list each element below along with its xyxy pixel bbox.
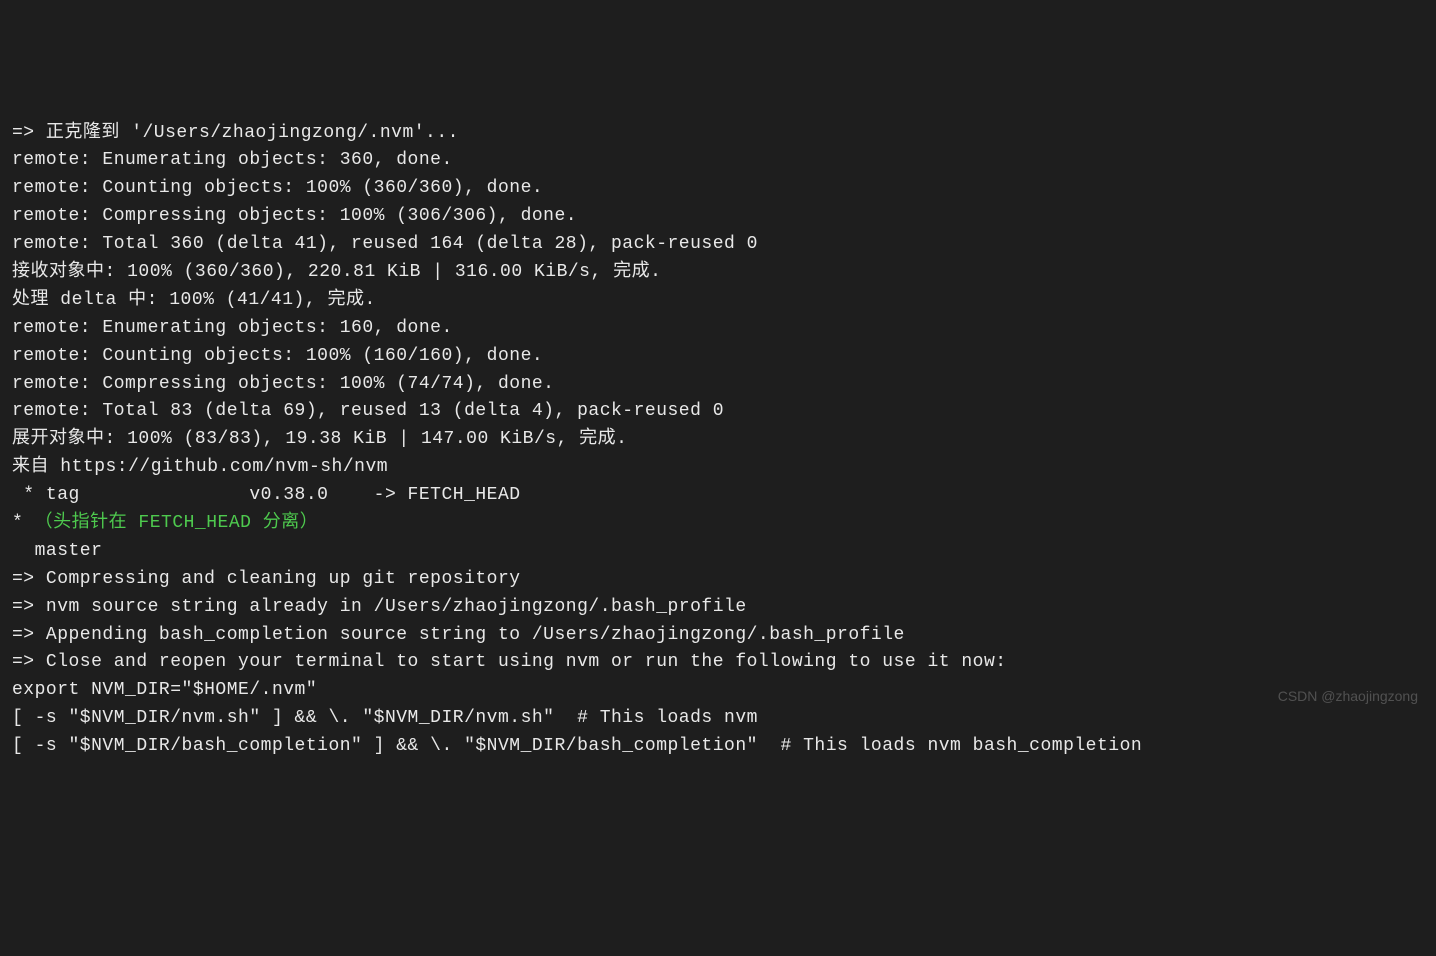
- terminal-line: remote: Total 360 (delta 41), reused 164…: [12, 231, 1424, 259]
- terminal-line: remote: Counting objects: 100% (160/160)…: [12, 343, 1424, 371]
- terminal-line: => Appending bash_completion source stri…: [12, 622, 1424, 650]
- terminal-line: => Compressing and cleaning up git repos…: [12, 566, 1424, 594]
- detached-head-line: * （头指针在 FETCH_HEAD 分离）: [12, 510, 1424, 538]
- terminal-line: * tag v0.38.0 -> FETCH_HEAD: [12, 482, 1424, 510]
- terminal-line: 来自 https://github.com/nvm-sh/nvm: [12, 454, 1424, 482]
- terminal-line: [ -s "$NVM_DIR/nvm.sh" ] && \. "$NVM_DIR…: [12, 705, 1424, 733]
- terminal-line: remote: Compressing objects: 100% (74/74…: [12, 371, 1424, 399]
- terminal-line: [ -s "$NVM_DIR/bash_completion" ] && \. …: [12, 733, 1424, 761]
- detached-prefix: *: [12, 513, 35, 533]
- terminal-line: master: [12, 538, 1424, 566]
- terminal-line: remote: Total 83 (delta 69), reused 13 (…: [12, 398, 1424, 426]
- watermark: CSDN @zhaojingzong: [1278, 686, 1418, 708]
- terminal-line: => Close and reopen your terminal to sta…: [12, 649, 1424, 677]
- terminal-output: => 正克隆到 '/Users/zhaojingzong/.nvm'...rem…: [12, 120, 1424, 761]
- detached-head-status: （头指针在 FETCH_HEAD 分离）: [35, 513, 319, 533]
- terminal-line: remote: Enumerating objects: 360, done.: [12, 147, 1424, 175]
- terminal-line: 处理 delta 中: 100% (41/41), 完成.: [12, 287, 1424, 315]
- terminal-line: remote: Counting objects: 100% (360/360)…: [12, 175, 1424, 203]
- terminal-line: => nvm source string already in /Users/z…: [12, 594, 1424, 622]
- terminal-line: => 正克隆到 '/Users/zhaojingzong/.nvm'...: [12, 120, 1424, 148]
- terminal-line: 展开对象中: 100% (83/83), 19.38 KiB | 147.00 …: [12, 426, 1424, 454]
- terminal-line: 接收对象中: 100% (360/360), 220.81 KiB | 316.…: [12, 259, 1424, 287]
- terminal-line: remote: Compressing objects: 100% (306/3…: [12, 203, 1424, 231]
- terminal-line: remote: Enumerating objects: 160, done.: [12, 315, 1424, 343]
- terminal-line: export NVM_DIR="$HOME/.nvm": [12, 677, 1424, 705]
